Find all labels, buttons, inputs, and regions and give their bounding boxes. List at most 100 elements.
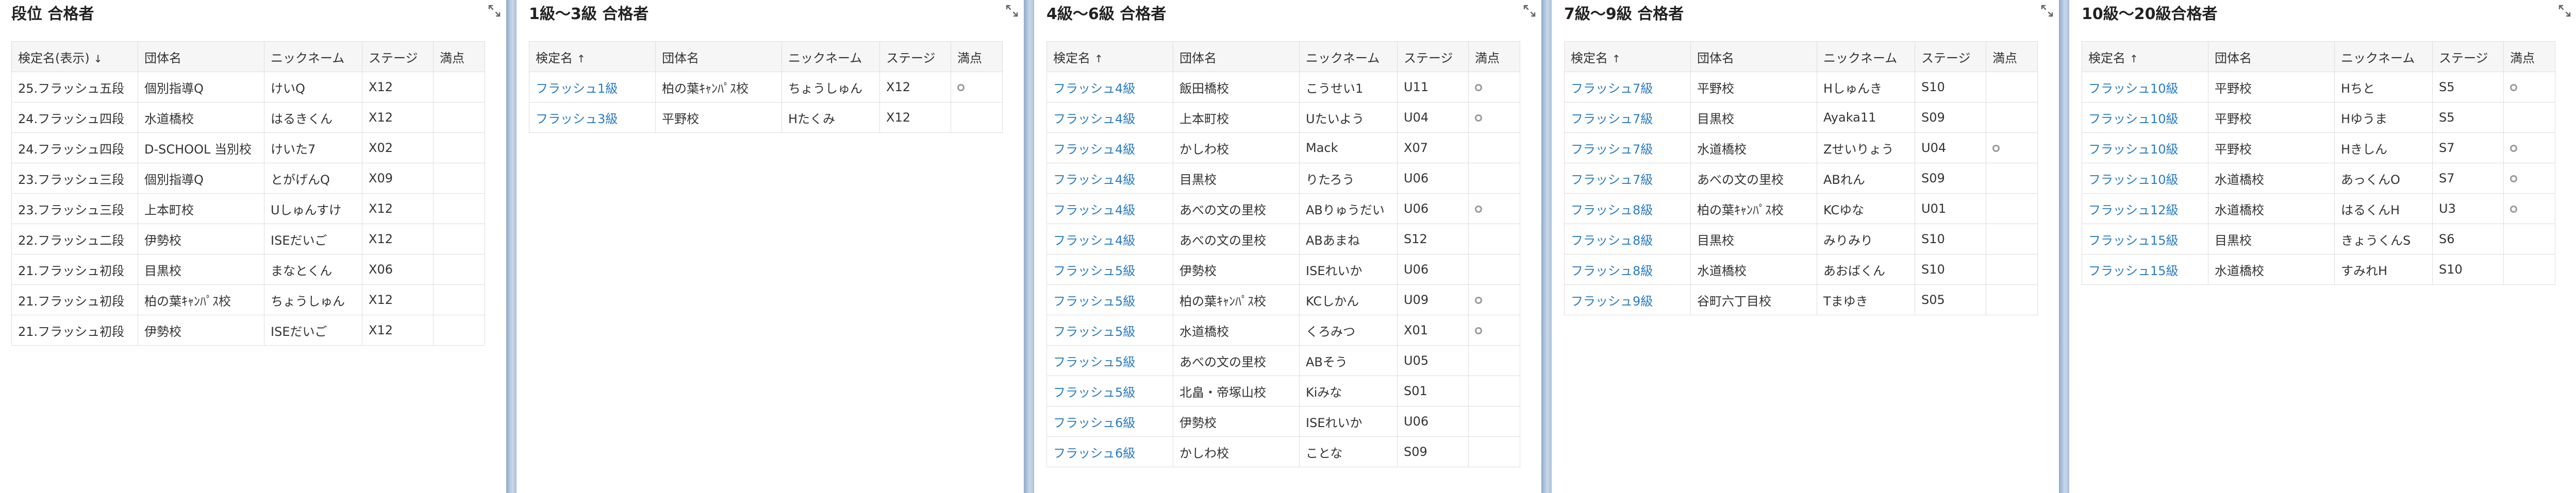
- perfect-cell: [1986, 193, 2038, 224]
- exam-name-link[interactable]: フラッシュ15級: [2082, 254, 2208, 285]
- nickname-cell: ISEれいか: [1299, 406, 1398, 437]
- panel-divider[interactable]: [506, 0, 517, 493]
- exam-name-link[interactable]: フラッシュ7級: [1564, 102, 1691, 133]
- expand-icon[interactable]: [1005, 4, 1019, 18]
- exam-name-link[interactable]: フラッシュ6級: [1046, 406, 1173, 437]
- column-header-exam-name[interactable]: 検定名(表示) ↓: [11, 41, 138, 72]
- sort-arrow-icon[interactable]: ↑: [1612, 53, 1621, 65]
- column-header-nickname[interactable]: ニックネーム: [2334, 41, 2433, 72]
- exam-name-link[interactable]: フラッシュ9級: [1564, 284, 1691, 315]
- perfect-cell: [433, 163, 485, 194]
- exam-name-cell: 23.フラッシュ三段: [11, 163, 138, 194]
- circle-mark-icon: [2510, 145, 2517, 152]
- stage-cell: S5: [2432, 72, 2504, 103]
- exam-name-link[interactable]: フラッシュ4級: [1046, 102, 1173, 133]
- column-header-stage[interactable]: ステージ: [362, 41, 434, 72]
- school-cell: 目黒校: [138, 254, 264, 285]
- nickname-cell: とがげんQ: [264, 163, 362, 194]
- expand-icon[interactable]: [1523, 4, 1536, 18]
- column-header-perfect[interactable]: 満点: [433, 41, 485, 72]
- exam-name-link[interactable]: フラッシュ6級: [1046, 436, 1173, 467]
- school-cell: 柏の葉ｷｬﾝﾊﾟｽ校: [1173, 284, 1300, 315]
- exam-name-link[interactable]: フラッシュ4級: [1046, 163, 1173, 194]
- column-header-school[interactable]: 団体名: [655, 41, 782, 72]
- column-header-stage[interactable]: ステージ: [1915, 41, 1986, 72]
- nickname-cell: Uしゅんすけ: [264, 193, 362, 224]
- panel-divider[interactable]: [1024, 0, 1034, 493]
- stage-cell: S10: [2432, 254, 2504, 285]
- exam-name-cell: 21.フラッシュ初段: [11, 284, 138, 315]
- nickname-cell: まなとくん: [264, 254, 362, 285]
- school-cell: 北畠・帝塚山校: [1173, 376, 1300, 406]
- column-header-label: 満点: [1475, 50, 1500, 65]
- stage-cell: X12: [362, 72, 434, 103]
- column-header-school[interactable]: 団体名: [1690, 41, 1817, 72]
- column-header-exam-name[interactable]: 検定名 ↑: [2082, 41, 2208, 72]
- exam-name-link[interactable]: フラッシュ10級: [2082, 132, 2208, 163]
- exam-name-link[interactable]: フラッシュ15級: [2082, 224, 2208, 254]
- exam-name-link[interactable]: フラッシュ12級: [2082, 193, 2208, 224]
- column-header-perfect[interactable]: 満点: [951, 41, 1003, 72]
- stage-cell: S10: [1915, 72, 1986, 103]
- stage-cell: U04: [1915, 132, 1986, 163]
- table-row: フラッシュ5級 伊勢校 ISEれいか U06: [1046, 254, 1520, 285]
- sort-arrow-icon[interactable]: ↑: [577, 53, 586, 65]
- expand-icon[interactable]: [2040, 4, 2054, 18]
- column-header-nickname[interactable]: ニックネーム: [1299, 41, 1398, 72]
- exam-name-link[interactable]: フラッシュ4級: [1046, 193, 1173, 224]
- panel-title: 7級～9級 合格者: [1564, 5, 1684, 23]
- exam-name-link[interactable]: フラッシュ5級: [1046, 254, 1173, 285]
- exam-name-link[interactable]: フラッシュ10級: [2082, 72, 2208, 103]
- column-header-exam-name[interactable]: 検定名 ↑: [1564, 41, 1691, 72]
- column-header-perfect[interactable]: 満点: [1468, 41, 1520, 72]
- exam-name-link[interactable]: フラッシュ5級: [1046, 345, 1173, 376]
- nickname-cell: ABりゅうだい: [1299, 193, 1398, 224]
- exam-name-link[interactable]: フラッシュ10級: [2082, 163, 2208, 194]
- table-row: フラッシュ4級 上本町校 Uたいよう U04: [1046, 102, 1520, 133]
- column-header-label: 検定名: [1053, 50, 1090, 65]
- sort-arrow-icon[interactable]: ↑: [2130, 53, 2138, 65]
- stage-cell: U06: [1397, 193, 1469, 224]
- panel-divider[interactable]: [1541, 0, 1552, 493]
- expand-icon[interactable]: [2558, 4, 2571, 18]
- exam-name-link[interactable]: フラッシュ7級: [1564, 163, 1691, 194]
- sort-arrow-icon[interactable]: ↓: [94, 53, 103, 65]
- exam-name-link[interactable]: フラッシュ1級: [529, 72, 656, 103]
- exam-name-link[interactable]: フラッシュ4級: [1046, 224, 1173, 254]
- results-table: 検定名 ↑ 団体名 ニックネーム ステージ 満点 フラッシュ4級 飯田橋校 こうせい1 U11 フラ…: [1046, 41, 1520, 467]
- column-header-stage[interactable]: ステージ: [2432, 41, 2504, 72]
- stage-cell: X12: [879, 102, 951, 133]
- column-header-exam-name[interactable]: 検定名 ↑: [1046, 41, 1173, 72]
- column-header-stage[interactable]: ステージ: [879, 41, 951, 72]
- column-header-school[interactable]: 団体名: [138, 41, 264, 72]
- exam-name-link[interactable]: フラッシュ4級: [1046, 72, 1173, 103]
- exam-name-link[interactable]: フラッシュ5級: [1046, 315, 1173, 346]
- column-header-nickname[interactable]: ニックネーム: [264, 41, 362, 72]
- column-header-school[interactable]: 団体名: [1173, 41, 1300, 72]
- exam-name-link[interactable]: フラッシュ7級: [1564, 132, 1691, 163]
- exam-name-link[interactable]: フラッシュ3級: [529, 102, 656, 133]
- panel-divider[interactable]: [2059, 0, 2069, 493]
- column-header-nickname[interactable]: ニックネーム: [1817, 41, 1915, 72]
- exam-name-cell: 25.フラッシュ五段: [11, 72, 138, 103]
- exam-name-link[interactable]: フラッシュ8級: [1564, 254, 1691, 285]
- school-cell: あべの文の里校: [1690, 163, 1817, 194]
- exam-name-link[interactable]: フラッシュ4級: [1046, 132, 1173, 163]
- column-header-school[interactable]: 団体名: [2208, 41, 2335, 72]
- column-header-perfect[interactable]: 満点: [1986, 41, 2038, 72]
- expand-icon[interactable]: [488, 4, 501, 18]
- column-header-exam-name[interactable]: 検定名 ↑: [529, 41, 656, 72]
- exam-name-link[interactable]: フラッシュ5級: [1046, 376, 1173, 406]
- exam-name-link[interactable]: フラッシュ8級: [1564, 193, 1691, 224]
- exam-name-link[interactable]: フラッシュ7級: [1564, 72, 1691, 103]
- exam-name-link[interactable]: フラッシュ8級: [1564, 224, 1691, 254]
- column-header-perfect[interactable]: 満点: [2503, 41, 2555, 72]
- table-row: フラッシュ5級 柏の葉ｷｬﾝﾊﾟｽ校 KCしかん U09: [1046, 284, 1520, 315]
- column-header-stage[interactable]: ステージ: [1397, 41, 1469, 72]
- sort-arrow-icon[interactable]: ↑: [1094, 53, 1103, 65]
- school-cell: 上本町校: [138, 193, 264, 224]
- exam-name-link[interactable]: フラッシュ10級: [2082, 102, 2208, 133]
- panel-title: 10級～20級合格者: [2082, 5, 2218, 23]
- exam-name-link[interactable]: フラッシュ5級: [1046, 284, 1173, 315]
- column-header-nickname[interactable]: ニックネーム: [782, 41, 880, 72]
